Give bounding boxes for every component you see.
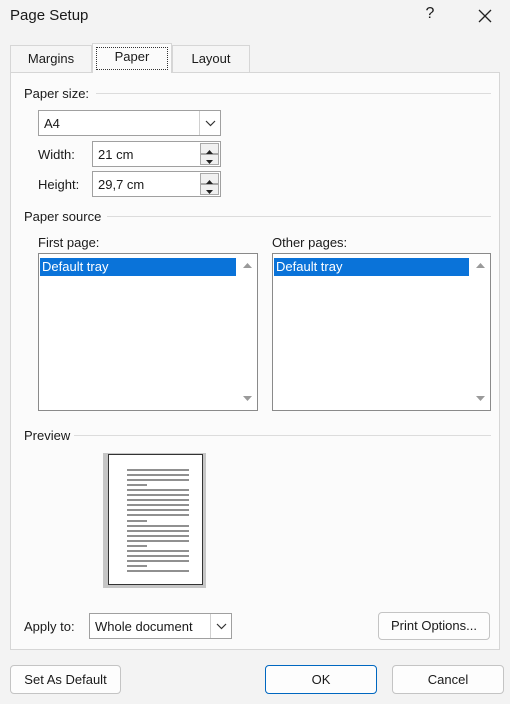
width-spin-buttons[interactable] [200, 143, 219, 165]
apply-to-dropdown-button[interactable] [210, 614, 231, 638]
paper-size-label: Paper size: [24, 86, 90, 101]
scroll-up-icon [476, 263, 485, 268]
other-pages-scrollbar[interactable] [472, 255, 489, 409]
width-spin-down[interactable] [200, 154, 219, 165]
print-options-button[interactable]: Print Options... [378, 612, 490, 640]
preview-label: Preview [24, 428, 71, 443]
preview-page [108, 454, 203, 585]
spin-down-icon [206, 190, 213, 194]
scroll-down-icon [243, 396, 252, 401]
chevron-down-icon [216, 623, 227, 630]
scroll-up-icon [243, 263, 252, 268]
paper-size-dropdown-button[interactable] [199, 111, 220, 135]
width-value: 21 cm [98, 147, 134, 162]
list-item[interactable]: Default tray [40, 258, 236, 276]
scroll-down-icon [476, 396, 485, 401]
close-button[interactable] [472, 3, 498, 29]
height-spin-buttons[interactable] [200, 173, 219, 195]
height-value: 29,7 cm [98, 177, 145, 192]
preview-text-lines [127, 469, 189, 572]
set-as-default-button[interactable]: Set As Default [10, 665, 121, 694]
ok-button[interactable]: OK [265, 665, 377, 694]
focus-rect [96, 47, 168, 70]
chevron-down-icon [205, 120, 216, 127]
spin-down-icon [206, 160, 213, 164]
paper-size-combo[interactable]: A4 [38, 110, 221, 136]
height-spin-up[interactable] [200, 173, 219, 184]
width-spin-up[interactable] [200, 143, 219, 154]
paper-size-separator [96, 93, 491, 94]
height-label: Height: [38, 177, 80, 192]
first-page-list[interactable]: Default tray [38, 253, 258, 411]
height-spin-down[interactable] [200, 184, 219, 195]
close-icon [478, 9, 492, 23]
list-item[interactable]: Default tray [274, 258, 469, 276]
paper-source-separator [107, 216, 491, 217]
width-spinner[interactable]: 21 cm [92, 141, 221, 167]
other-pages-list[interactable]: Default tray [272, 253, 491, 411]
apply-to-combo[interactable]: Whole document [89, 613, 232, 639]
width-label: Width: [38, 147, 75, 162]
paper-source-label: Paper source [24, 209, 102, 224]
cancel-button[interactable]: Cancel [392, 665, 504, 694]
preview-separator [74, 435, 491, 436]
window-title: Page Setup [10, 7, 89, 24]
tab-paper[interactable]: Paper [92, 43, 172, 73]
tab-label: Layout [191, 51, 231, 66]
other-pages-label: Other pages: [272, 235, 348, 250]
height-spinner[interactable]: 29,7 cm [92, 171, 221, 197]
tab-margins[interactable]: Margins [10, 45, 92, 72]
apply-to-label: Apply to: [24, 619, 75, 634]
first-page-label: First page: [38, 235, 100, 250]
paper-size-value: A4 [44, 116, 60, 131]
first-page-scrollbar[interactable] [239, 255, 256, 409]
help-button[interactable]: ? [420, 5, 440, 27]
tab-label: Margins [27, 51, 75, 66]
apply-to-value: Whole document [95, 619, 193, 634]
tab-layout[interactable]: Layout [172, 45, 250, 72]
